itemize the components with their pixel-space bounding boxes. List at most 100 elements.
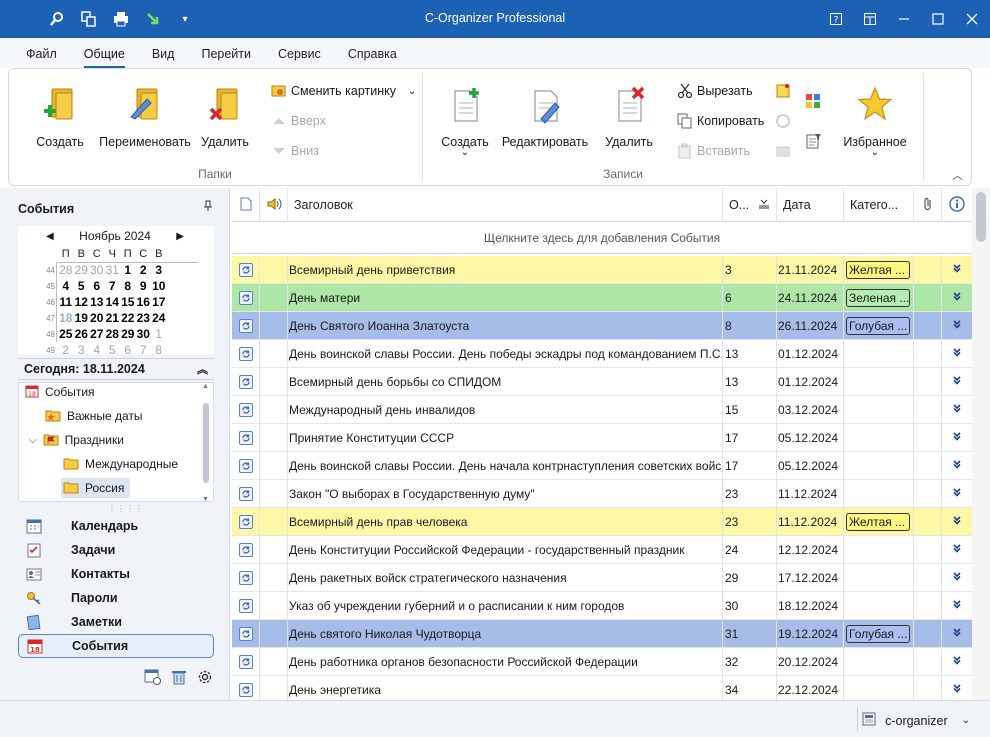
expand-details-icon[interactable]: [952, 655, 962, 668]
table-row[interactable]: День матери 6 24.11.2024 Зеленая ...: [232, 284, 972, 312]
copy-records-icon[interactable]: [80, 10, 98, 28]
prev-month-icon[interactable]: ◀: [46, 231, 54, 242]
pin-icon[interactable]: [203, 200, 213, 215]
column-info-header[interactable]: [942, 188, 972, 222]
menu-help[interactable]: Справка: [348, 47, 397, 68]
cut-button[interactable]: Вырезать: [677, 83, 753, 99]
calendar-day[interactable]: 5: [105, 343, 121, 357]
column-type-header[interactable]: [232, 188, 260, 222]
expand-details-icon[interactable]: [952, 291, 962, 304]
calendar-day[interactable]: 29: [120, 327, 136, 341]
calendar-day[interactable]: 12: [74, 295, 90, 309]
expand-cell[interactable]: [942, 396, 972, 423]
table-row[interactable]: День Святого Иоанна Златоуста 8 26.11.2024…: [232, 312, 972, 340]
category-label[interactable]: Зеленая ...: [846, 288, 910, 307]
nav-contacts[interactable]: Контакты: [18, 562, 214, 586]
disabled-tool-icon[interactable]: [775, 143, 791, 159]
menu-general[interactable]: Общие: [83, 47, 125, 68]
menu-go[interactable]: Перейти: [201, 47, 251, 68]
category-label[interactable]: Желтая ...: [846, 512, 910, 531]
table-row[interactable]: Всемирный день борьбы со СПИДОМ 13 01.12.2…: [232, 368, 972, 396]
user-selector[interactable]: c-organizer ⌄: [861, 711, 970, 730]
expand-details-icon[interactable]: [952, 543, 962, 556]
expand-cell[interactable]: [942, 536, 972, 563]
expand-cell[interactable]: [942, 452, 972, 479]
expand-cell[interactable]: [942, 648, 972, 675]
move-up-button[interactable]: Вверх: [271, 113, 326, 129]
calendar-day[interactable]: 1: [120, 263, 136, 277]
splitter-grip-icon[interactable]: ⋮⋮⋮⋮: [108, 504, 144, 513]
minimize-icon[interactable]: [892, 0, 916, 38]
calendar-day[interactable]: 19: [74, 311, 90, 325]
calendar-day[interactable]: 15: [120, 295, 136, 309]
calendar-day[interactable]: 6: [120, 343, 136, 357]
calendar-day[interactable]: 31: [105, 263, 121, 277]
expand-details-icon[interactable]: [952, 263, 962, 276]
nav-tasks[interactable]: Задачи: [18, 538, 214, 562]
help-icon[interactable]: ?: [824, 0, 848, 38]
search-icon[interactable]: [48, 10, 66, 28]
expand-cell[interactable]: [942, 592, 972, 619]
calendar-day[interactable]: 10: [151, 279, 167, 293]
expand-details-icon[interactable]: [952, 375, 962, 388]
color-grid-icon[interactable]: [805, 93, 821, 109]
table-row[interactable]: Указ об учреждении губерний и о расписан…: [232, 592, 972, 620]
calendar-day[interactable]: 27: [89, 327, 105, 341]
calendar-day[interactable]: 23: [136, 311, 152, 325]
calendar-day[interactable]: 28: [58, 263, 74, 277]
calendar-day[interactable]: 4: [89, 343, 105, 357]
download-arrow-icon[interactable]: [144, 10, 162, 28]
move-down-button[interactable]: Вниз: [271, 143, 319, 159]
calendar-day[interactable]: 16: [136, 295, 152, 309]
expand-cell[interactable]: [942, 424, 972, 451]
collapse-ribbon-chevron-icon[interactable]: ︿: [952, 167, 963, 183]
customize-toolbar-chevron-icon[interactable]: ▾: [176, 10, 194, 28]
calendar-day[interactable]: 28: [105, 327, 121, 341]
edit-record-button[interactable]: Редактировать: [501, 85, 589, 149]
rename-folder-button[interactable]: Переименовать: [95, 85, 195, 149]
create-folder-button[interactable]: Создать: [27, 85, 93, 149]
tree-node-russia[interactable]: Россия: [61, 478, 131, 498]
scroll-down-icon[interactable]: ▼: [202, 496, 209, 503]
column-title-header[interactable]: Заголовок: [288, 188, 723, 222]
table-row[interactable]: День энергетика 34 22.12.2024: [232, 676, 972, 700]
today-bar[interactable]: Сегодня: 18.11.2024 ︽: [18, 358, 214, 380]
calendar-day[interactable]: 25: [58, 327, 74, 341]
trash-icon[interactable]: [170, 668, 188, 686]
paste-button[interactable]: Вставить: [677, 143, 750, 159]
change-picture-button[interactable]: Сменить картинку ⌄: [271, 83, 416, 99]
close-icon[interactable]: [960, 0, 984, 38]
expand-cell[interactable]: [942, 312, 972, 339]
expand-details-icon[interactable]: [952, 459, 962, 472]
expand-cell[interactable]: [942, 676, 972, 700]
expand-cell[interactable]: [942, 620, 972, 647]
delete-record-button[interactable]: Удалить: [601, 85, 657, 149]
category-label[interactable]: Голубая ...: [846, 624, 910, 643]
calendar-day[interactable]: 6: [89, 279, 105, 293]
menu-service[interactable]: Сервис: [278, 47, 321, 68]
table-row[interactable]: День Конституции Российской Федерации - …: [232, 536, 972, 564]
calendar-day[interactable]: 17: [151, 295, 167, 309]
tree-scroll-thumb[interactable]: [203, 403, 209, 483]
calendar-day[interactable]: 7: [136, 343, 152, 357]
calendar-day[interactable]: 14: [105, 295, 121, 309]
expand-details-icon[interactable]: [952, 431, 962, 444]
column-sound-header[interactable]: [260, 188, 288, 222]
favorites-button[interactable]: Избранное ⌄: [835, 85, 915, 158]
link-icon[interactable]: [775, 113, 791, 129]
create-record-button[interactable]: Создать ⌄: [437, 85, 493, 158]
calendar-day[interactable]: 30: [89, 263, 105, 277]
calendar-day[interactable]: 3: [151, 263, 167, 277]
table-row[interactable]: День работника органов безопасности Росс…: [232, 648, 972, 676]
expand-details-icon[interactable]: [952, 571, 962, 584]
nav-notes[interactable]: Заметки: [18, 610, 214, 634]
calendar-day[interactable]: 5: [74, 279, 90, 293]
tree-scrollbar[interactable]: ▲ ▼: [202, 383, 209, 503]
table-row[interactable]: Всемирный день прав человека 23 11.12.2024…: [232, 508, 972, 536]
calendar-day-today[interactable]: 18: [58, 311, 74, 325]
grid-scroll-thumb[interactable]: [976, 192, 986, 242]
table-row[interactable]: Принятие Конституции СССР 17 05.12.2024: [232, 424, 972, 452]
calendar-day[interactable]: 13: [89, 295, 105, 309]
tree-node-holidays[interactable]: ⌵ Праздники: [29, 430, 124, 450]
grid-scrollbar[interactable]: [972, 188, 990, 700]
